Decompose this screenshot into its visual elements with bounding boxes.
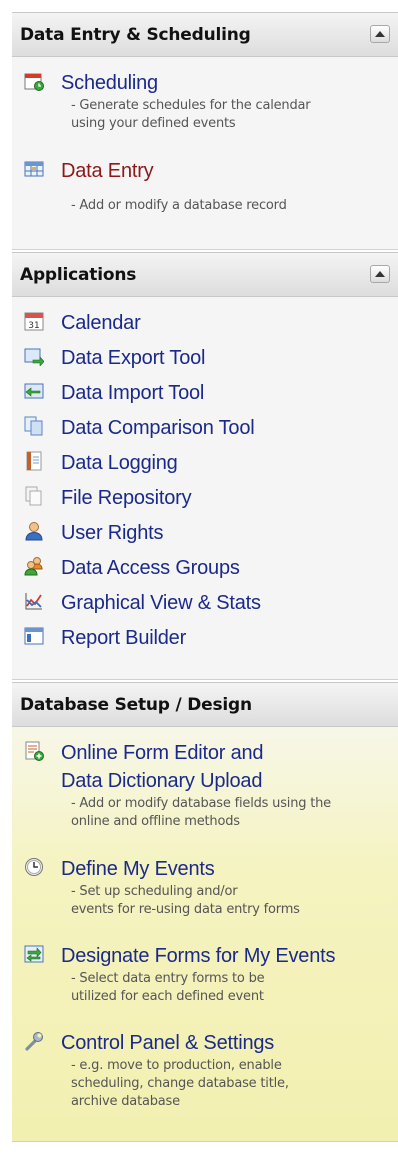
online-form-editor-link-line-1[interactable]: Online Form Editor and bbox=[61, 739, 331, 767]
app-item-file-repository: File Repository bbox=[24, 484, 192, 512]
setup-item-control-panel: Control Panel & Settings - e.g. move to … bbox=[24, 1029, 289, 1111]
svg-text:31: 31 bbox=[28, 321, 39, 331]
designate-forms-description-line-1: - Select data entry forms to be bbox=[71, 971, 265, 986]
data-import-tool-link[interactable]: Data Import Tool bbox=[61, 379, 204, 407]
file-stack-icon bbox=[25, 486, 42, 506]
project-menu: Data Entry & Scheduling Scheduling - Gen… bbox=[12, 0, 398, 1156]
applications-section-title: Applications bbox=[20, 264, 137, 285]
calendar-clock-icon bbox=[24, 73, 44, 91]
designate-arrows-icon bbox=[24, 945, 44, 963]
graphical-view-stats-link[interactable]: Graphical View & Stats bbox=[61, 589, 261, 617]
app-item-data-import: Data Import Tool bbox=[24, 379, 204, 407]
user-group-icon bbox=[24, 557, 43, 576]
data-export-tool-link[interactable]: Data Export Tool bbox=[61, 344, 205, 372]
data-entry-link[interactable]: Data Entry bbox=[61, 157, 287, 185]
database-setup-body: Online Form Editor and Data Dictionary U… bbox=[12, 727, 398, 1142]
app-item-calendar: 31 Calendar bbox=[24, 309, 141, 337]
data-comparison-tool-link[interactable]: Data Comparison Tool bbox=[61, 414, 255, 442]
database-setup-header: Database Setup / Design bbox=[12, 682, 398, 727]
app-item-data-export: Data Export Tool bbox=[24, 344, 205, 372]
chart-icon bbox=[25, 593, 42, 610]
wrench-icon bbox=[25, 1032, 43, 1051]
data-entry-section: Data Entry & Scheduling Scheduling - Gen… bbox=[12, 12, 398, 250]
chevron-up-icon bbox=[375, 31, 385, 37]
collapse-data-entry-button[interactable] bbox=[370, 25, 390, 43]
data-entry-section-title: Data Entry & Scheduling bbox=[20, 24, 251, 45]
setup-item-designate-forms: Designate Forms for My Events - Select d… bbox=[24, 942, 335, 1006]
table-grid-icon bbox=[24, 161, 44, 177]
scheduling-description-line-2: using your defined events bbox=[71, 116, 236, 131]
app-item-graphical-view: Graphical View & Stats bbox=[24, 589, 261, 617]
control-panel-settings-link[interactable]: Control Panel & Settings bbox=[61, 1029, 289, 1057]
report-builder-link[interactable]: Report Builder bbox=[61, 624, 186, 652]
data-entry-description: - Add or modify a database record bbox=[71, 198, 287, 213]
collapse-applications-button[interactable] bbox=[370, 265, 390, 283]
online-form-editor-link-line-2[interactable]: Data Dictionary Upload bbox=[61, 767, 331, 795]
app-item-data-logging: Data Logging bbox=[24, 449, 178, 477]
designate-forms-description-line-2: utilized for each defined event bbox=[71, 989, 264, 1004]
chevron-up-icon bbox=[375, 271, 385, 277]
file-repository-link[interactable]: File Repository bbox=[61, 484, 192, 512]
applications-header: Applications bbox=[12, 252, 398, 297]
app-item-data-access-groups: Data Access Groups bbox=[24, 554, 240, 582]
user-rights-link[interactable]: User Rights bbox=[61, 519, 163, 547]
menu-item-data-entry: Data Entry - Add or modify a database re… bbox=[24, 157, 287, 215]
setup-item-define-events: Define My Events - Set up scheduling and… bbox=[24, 855, 300, 919]
clock-icon bbox=[25, 858, 43, 876]
scheduling-description-line-1: - Generate schedules for the calendar bbox=[71, 98, 311, 113]
designate-forms-link[interactable]: Designate Forms for My Events bbox=[61, 942, 335, 970]
form-editor-description-line-1: - Add or modify database fields using th… bbox=[71, 796, 331, 811]
import-arrow-icon bbox=[24, 383, 44, 399]
form-editor-description-line-2: online and offline methods bbox=[71, 814, 240, 829]
database-setup-section: Database Setup / Design Online Form Edit… bbox=[12, 682, 398, 1142]
data-access-groups-link[interactable]: Data Access Groups bbox=[61, 554, 240, 582]
log-book-icon bbox=[26, 451, 42, 471]
control-panel-description-line-1: - e.g. move to production, enable bbox=[71, 1058, 282, 1073]
calendar-icon: 31 bbox=[24, 312, 44, 331]
control-panel-description-line-2: scheduling, change database title, bbox=[71, 1076, 289, 1091]
menu-item-scheduling: Scheduling - Generate schedules for the … bbox=[24, 69, 311, 133]
user-icon bbox=[25, 522, 43, 541]
report-form-icon bbox=[24, 627, 44, 645]
applications-body: 31 Calendar Data Export Tool Data Import… bbox=[12, 297, 398, 680]
form-add-icon bbox=[25, 741, 44, 761]
documents-compare-icon bbox=[24, 416, 43, 436]
calendar-link[interactable]: Calendar bbox=[61, 309, 141, 337]
data-logging-link[interactable]: Data Logging bbox=[61, 449, 178, 477]
define-events-description-line-1: - Set up scheduling and/or bbox=[71, 884, 238, 899]
define-my-events-link[interactable]: Define My Events bbox=[61, 855, 300, 883]
app-item-user-rights: User Rights bbox=[24, 519, 163, 547]
data-entry-body: Scheduling - Generate schedules for the … bbox=[12, 57, 398, 250]
control-panel-description-line-3: archive database bbox=[71, 1094, 180, 1109]
applications-section: Applications 31 Calendar Data Export Too… bbox=[12, 252, 398, 680]
define-events-description-line-2: events for re-using data entry forms bbox=[71, 902, 300, 917]
export-arrow-icon bbox=[24, 348, 44, 366]
database-setup-section-title: Database Setup / Design bbox=[20, 694, 252, 715]
app-item-report-builder: Report Builder bbox=[24, 624, 186, 652]
scheduling-link[interactable]: Scheduling bbox=[61, 69, 310, 97]
setup-item-form-editor: Online Form Editor and Data Dictionary U… bbox=[24, 739, 331, 831]
app-item-data-comparison: Data Comparison Tool bbox=[24, 414, 255, 442]
data-entry-header: Data Entry & Scheduling bbox=[12, 12, 398, 57]
